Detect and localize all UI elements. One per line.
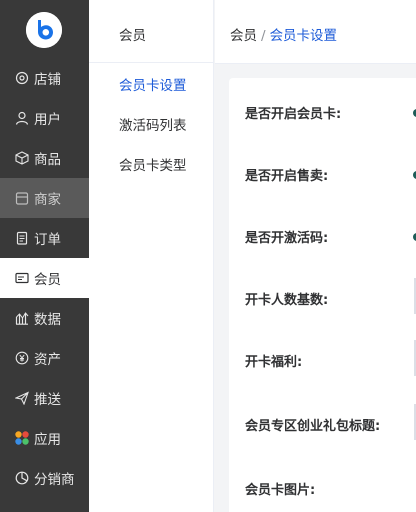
sidebar-item-label: 订单 [34,232,61,248]
sidebar-item-label: 店铺 [34,72,61,88]
sidebar-item-label: 数据 [34,312,61,328]
breadcrumb-separator: / [261,28,266,44]
clipboard-icon [14,230,30,246]
settings-icon [14,70,30,86]
sidebar-item-products[interactable]: 商品 [0,138,89,178]
breadcrumb-parent[interactable]: 会员 [230,28,257,44]
sidebar-item-orders[interactable]: 订单 [0,218,89,258]
field-label-base-count: 开卡人数基数: [245,293,329,308]
field-label-gift-title: 会员专区创业礼包标题: [245,419,381,434]
sidebar-item-push[interactable]: 推送 [0,378,89,418]
main-sidebar: 店铺 用户 商品 商家 订单 会员 数据 资产 推送 应用 分销商 [0,0,89,512]
yen-icon [14,350,30,366]
sidebar-item-data[interactable]: 数据 [0,298,89,338]
sidebar-item-distributors[interactable]: 分销商 [0,458,89,498]
submenu-item-card-types[interactable]: 会员卡类型 [119,154,187,174]
sidebar-item-members[interactable]: 会员 [0,258,89,298]
logo-b-icon [26,12,62,48]
field-label-enable-sale: 是否开启售卖: [245,169,329,184]
field-label-enable-activation: 是否开激活码: [245,231,329,246]
cube-icon [14,150,30,166]
sidebar-item-label: 会员 [34,272,61,288]
card-icon [14,270,30,286]
sidebar-item-apps[interactable]: 应用 [0,418,89,458]
submenu-item-card-settings[interactable]: 会员卡设置 [119,74,187,94]
sidebar-item-label: 分销商 [34,472,75,488]
sidebar-item-label: 应用 [34,432,61,448]
chart-icon [14,310,30,326]
user-icon [14,110,30,126]
sidebar-item-label: 推送 [34,392,61,408]
field-label-benefits: 开卡福利: [245,355,303,370]
field-label-card-image: 会员卡图片: [245,483,316,498]
field-label-enable-card: 是否开启会员卡: [245,107,342,122]
sidebar-item-label: 用户 [34,112,61,128]
settings-form: 是否开启会员卡: 是否开启售卖: 是否开激活码: 开卡人数基数: 开卡福利: 会… [229,78,416,512]
breadcrumb: 会员 / 会员卡设置 [230,24,337,44]
page-header: 会员 / 会员卡设置 [215,0,416,64]
divider [89,62,214,63]
submenu-item-activation-codes[interactable]: 激活码列表 [119,114,187,134]
sidebar-item-shop[interactable]: 店铺 [0,58,89,98]
sidebar-item-label: 商家 [34,192,61,208]
pie-icon [14,470,30,486]
breadcrumb-current: 会员卡设置 [269,28,338,44]
sidebar-item-merchants[interactable]: 商家 [0,178,89,218]
sub-menu: 会员 会员卡设置 激活码列表 会员卡类型 [89,0,214,512]
send-icon [14,390,30,406]
sidebar-item-label: 商品 [34,152,61,168]
sidebar-item-label: 资产 [34,352,61,368]
sidebar-item-assets[interactable]: 资产 [0,338,89,378]
apps-icon [14,430,30,446]
app-logo[interactable] [26,12,62,48]
store-icon [14,190,30,206]
sidebar-item-users[interactable]: 用户 [0,98,89,138]
submenu-title: 会员 [119,28,146,44]
